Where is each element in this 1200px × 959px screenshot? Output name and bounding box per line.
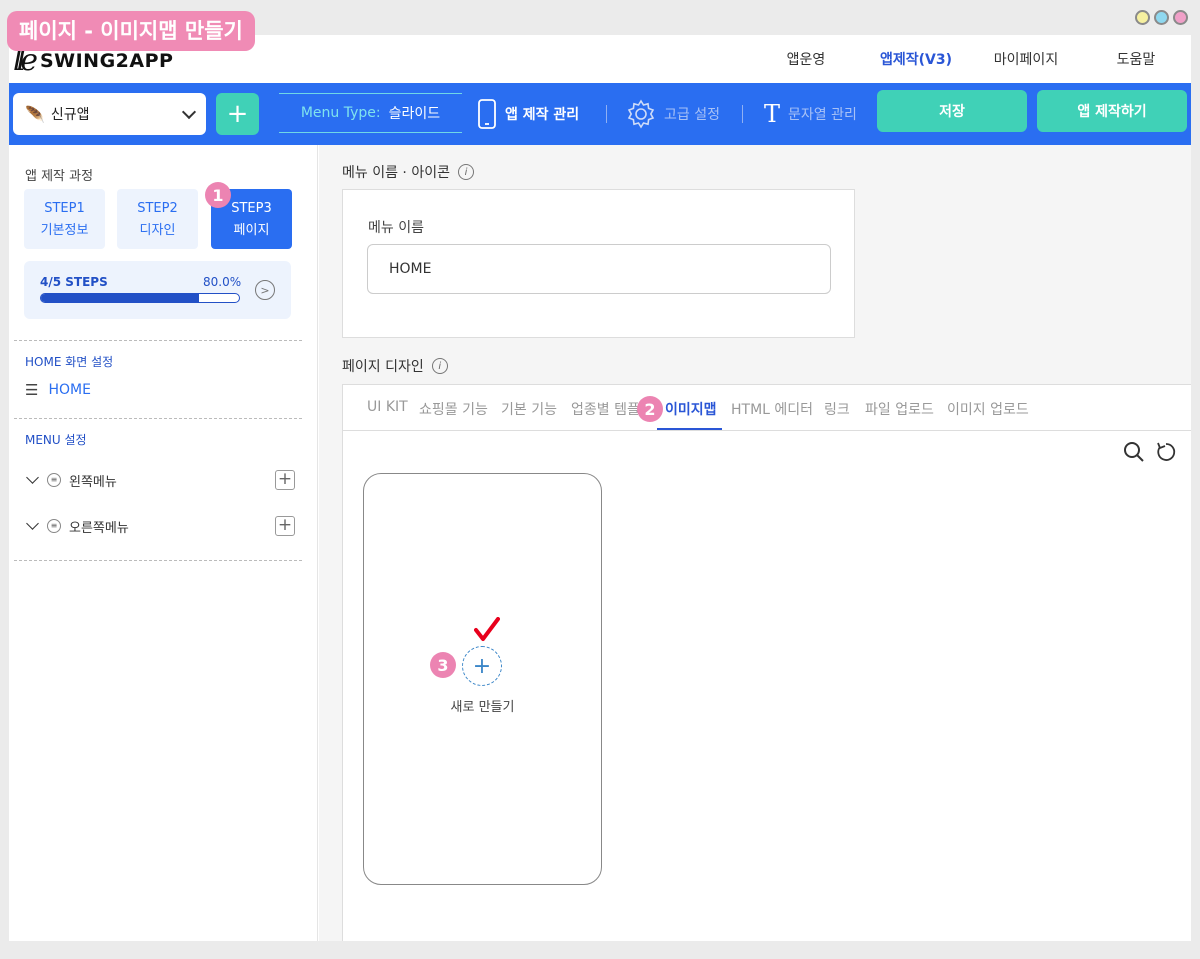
advanced-settings-label: 고급 설정 <box>664 107 720 123</box>
menu-name-section-title: 메뉴 이름 · 아이콘 i <box>342 162 474 182</box>
create-new-label: 새로 만들기 <box>450 700 515 715</box>
search-icon[interactable] <box>1123 441 1145 463</box>
app-select-value: 신규앱 <box>50 107 90 123</box>
string-manage-button[interactable]: T 문자열 관리 <box>764 97 857 131</box>
page-title-badge: 페이지 - 이미지맵 만들기 <box>7 11 255 51</box>
section-divider <box>14 418 302 419</box>
logo-text: SWING2APP <box>39 49 174 72</box>
right-menu-label: 오른쪽메뉴 <box>69 520 129 536</box>
hamburger-icon: ☰ <box>25 381 39 399</box>
progress-box: 4/5 STEPS 80.0% > <box>24 261 291 319</box>
save-button[interactable]: 저장 <box>877 90 1027 132</box>
menu-name-section-label: 메뉴 이름 · 아이콘 <box>342 165 450 181</box>
text-t-icon: T <box>764 100 781 128</box>
tab-link[interactable]: 링크 <box>824 399 850 419</box>
chevron-down-icon[interactable] <box>26 517 39 530</box>
info-icon[interactable]: i <box>431 358 448 374</box>
tab-file-upload[interactable]: 파일 업로드 <box>865 399 934 419</box>
string-manage-label: 문자열 관리 <box>788 107 857 123</box>
refresh-icon[interactable] <box>1155 441 1177 463</box>
design-tools <box>1123 441 1177 463</box>
menu-type-selector[interactable]: Menu Type: 슬라이드 <box>279 93 462 133</box>
app-manage-label: 앱 제작 관리 <box>505 107 580 123</box>
progress-bar <box>40 293 240 303</box>
sidebar-item-home[interactable]: ☰ HOME <box>25 381 91 399</box>
nav-app-operation[interactable]: 앱운영 <box>751 49 861 69</box>
process-label: 앱 제작 과정 <box>25 169 94 184</box>
sidebar-item-left-menu[interactable]: ≡ 왼쪽메뉴 + <box>25 468 295 492</box>
progress-percent-text: 80.0% <box>203 275 242 289</box>
tab-html-editor[interactable]: HTML 에디터 <box>731 399 813 419</box>
nav-help[interactable]: 도움말 <box>1081 49 1191 69</box>
page-design-section-title: 페이지 디자인 i <box>342 356 448 376</box>
add-app-button[interactable]: + <box>216 93 259 135</box>
chevron-down-icon <box>181 104 197 119</box>
window-dot-pink-icon[interactable] <box>1173 10 1188 25</box>
advanced-settings-button[interactable]: 고급 설정 <box>626 97 720 131</box>
list-circle-icon: ≡ <box>47 519 61 533</box>
checkmark-icon <box>474 617 500 641</box>
chevron-down-icon[interactable] <box>26 471 39 484</box>
window-dot-blue-icon[interactable] <box>1154 10 1169 25</box>
app-window: lle SWING2APP 앱운영 앱제작(V3) 마이페이지 도움말 🪶 신규… <box>9 35 1191 941</box>
tab-image-upload[interactable]: 이미지 업로드 <box>947 399 1029 419</box>
main-toolbar: 🪶 신규앱 + Menu Type: 슬라이드 앱 제작 관리 고급 설정 T … <box>9 83 1191 145</box>
tab-shopping[interactable]: 쇼핑몰 기능 <box>419 399 488 419</box>
progress-steps-text: 4/5 STEPS <box>40 275 108 289</box>
menu-section-label: MENU 설정 <box>25 433 87 447</box>
mobile-phone-icon <box>478 99 496 129</box>
add-right-menu-button[interactable]: + <box>275 516 295 536</box>
sidebar: 앱 제작 과정 STEP1 기본정보 STEP2 디자인 STEP3 페이지 1… <box>9 145 318 941</box>
image-map-phone-preview: 3 + 새로 만들기 <box>363 473 602 885</box>
add-left-menu-button[interactable]: + <box>275 470 295 490</box>
step2-button[interactable]: STEP2 디자인 <box>117 189 198 249</box>
list-circle-icon: ≡ <box>47 473 61 487</box>
window-dot-yellow-icon[interactable] <box>1135 10 1150 25</box>
home-section-label: HOME 화면 설정 <box>25 355 114 369</box>
step1-title: STEP1 <box>44 200 85 216</box>
menu-name-card: 메뉴 이름 HOME <box>342 189 855 338</box>
progress-fill <box>41 294 200 302</box>
step1-subtitle: 기본정보 <box>40 222 89 238</box>
menu-type-label: Menu Type: <box>300 105 381 121</box>
tab-basic[interactable]: 기본 기능 <box>501 399 557 419</box>
app-feather-icon: 🪶 <box>25 104 45 124</box>
chevron-right-circle-icon[interactable]: > <box>255 280 275 300</box>
menu-name-input[interactable]: HOME <box>367 244 831 294</box>
marker-2-badge: 2 <box>637 396 663 422</box>
app-select-dropdown[interactable]: 🪶 신규앱 <box>13 93 206 135</box>
step2-subtitle: 디자인 <box>139 222 176 238</box>
page-design-section-label: 페이지 디자인 <box>342 359 424 375</box>
step3-subtitle: 페이지 <box>233 222 270 238</box>
window-controls <box>1135 10 1188 25</box>
top-nav: 앱운영 앱제작(V3) 마이페이지 도움말 <box>751 35 1191 83</box>
marker-3-badge: 3 <box>430 652 456 678</box>
tab-ui-kit[interactable]: UI KIT <box>367 399 408 415</box>
gear-icon <box>627 99 655 129</box>
sidebar-item-home-label: HOME <box>48 382 91 398</box>
nav-my-page[interactable]: 마이페이지 <box>971 49 1081 69</box>
sidebar-item-right-menu[interactable]: ≡ 오른쪽메뉴 + <box>25 514 295 538</box>
left-menu-label: 왼쪽메뉴 <box>69 474 117 490</box>
info-icon[interactable]: i <box>457 164 474 180</box>
menu-type-value: 슬라이드 <box>388 106 441 122</box>
step1-button[interactable]: STEP1 기본정보 <box>24 189 105 249</box>
toolbar-divider <box>742 105 743 123</box>
section-divider <box>14 560 302 561</box>
create-new-button[interactable]: + <box>462 646 502 686</box>
build-app-button[interactable]: 앱 제작하기 <box>1037 90 1187 132</box>
tab-industry-template[interactable]: 업종별 템플 <box>571 399 640 419</box>
main-content: 메뉴 이름 · 아이콘 i 메뉴 이름 HOME 페이지 디자인 i UI KI… <box>319 145 1191 941</box>
menu-name-label: 메뉴 이름 <box>368 220 424 236</box>
step2-title: STEP2 <box>137 200 178 216</box>
toolbar-divider <box>606 105 607 123</box>
tab-image-map[interactable]: 이미지맵 <box>665 399 717 419</box>
page-design-card: UI KIT 쇼핑몰 기능 기본 기능 업종별 템플 이미지맵 HTML 에디터… <box>342 384 1191 941</box>
design-tabs: UI KIT 쇼핑몰 기능 기본 기능 업종별 템플 이미지맵 HTML 에디터… <box>343 385 1191 431</box>
marker-1-badge: 1 <box>205 182 231 208</box>
app-manage-button[interactable]: 앱 제작 관리 <box>477 97 579 131</box>
active-tab-underline <box>657 428 722 430</box>
section-divider <box>14 340 302 341</box>
nav-app-build-v3[interactable]: 앱제작(V3) <box>861 49 971 69</box>
